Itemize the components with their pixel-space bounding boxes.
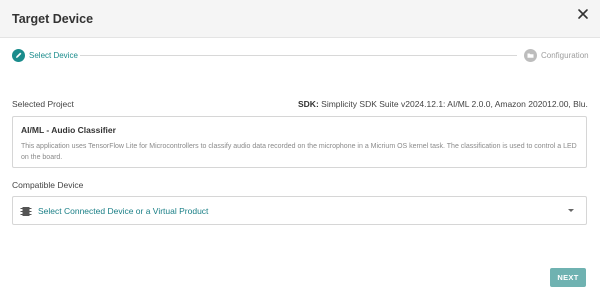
pencil-icon	[16, 52, 22, 58]
dialog-header: Target Device	[0, 0, 600, 38]
selected-project-label: Selected Project	[12, 99, 74, 109]
chevron-down-icon	[568, 209, 574, 212]
device-select-text: Select Connected Device or a Virtual Pro…	[38, 206, 209, 216]
next-button[interactable]: NEXT	[550, 268, 586, 287]
stepper-connector	[80, 55, 517, 56]
project-description: This application uses TensorFlow Lite fo…	[21, 143, 577, 161]
step-select-device-label[interactable]: Select Device	[29, 51, 78, 60]
compatible-device-label: Compatible Device	[12, 180, 84, 190]
sdk-label: SDK:	[298, 99, 319, 109]
folder-icon	[527, 53, 534, 58]
device-select-dropdown[interactable]: Select Connected Device or a Virtual Pro…	[12, 196, 587, 225]
sdk-value: Simplicity SDK Suite v2024.12.1: AI/ML 2…	[321, 99, 588, 109]
close-icon[interactable]	[576, 7, 590, 21]
sdk-info: SDK: Simplicity SDK Suite v2024.12.1: AI…	[298, 99, 588, 109]
chip-icon	[20, 207, 32, 216]
stepper: Select Device Configuration	[12, 49, 589, 65]
step-configuration-indicator	[524, 49, 537, 62]
step-configuration-label[interactable]: Configuration	[541, 51, 589, 60]
project-name: AI/ML - Audio Classifier	[21, 125, 116, 135]
dialog-title: Target Device	[12, 12, 94, 26]
step-select-device-indicator	[12, 49, 25, 62]
project-card: AI/ML - Audio Classifier This applicatio…	[12, 116, 587, 168]
